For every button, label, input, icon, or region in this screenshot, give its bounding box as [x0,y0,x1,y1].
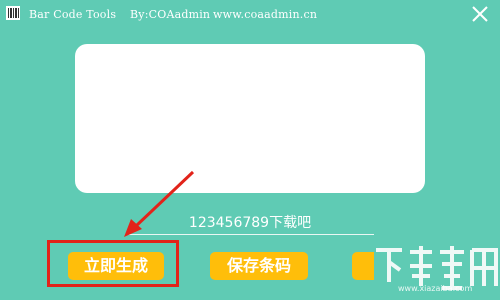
barcode-preview [75,44,425,193]
barcode-icon [6,6,20,20]
watermark-url: www.xiazaiba.com [398,284,473,293]
save-barcode-button[interactable]: 保存条码 [210,252,308,280]
highlight-box [47,240,179,287]
title-bar: Bar Code Tools By:COAadmin www.coaadmin.… [0,0,500,30]
app-title: Bar Code Tools [29,8,117,21]
author-label: By:COAadmin [130,8,211,21]
barcode-text-input[interactable] [126,210,374,235]
website-label: www.coaadmin.cn [213,8,318,21]
close-button[interactable] [471,5,489,23]
partial-button[interactable] [352,252,374,280]
close-icon [472,6,488,22]
